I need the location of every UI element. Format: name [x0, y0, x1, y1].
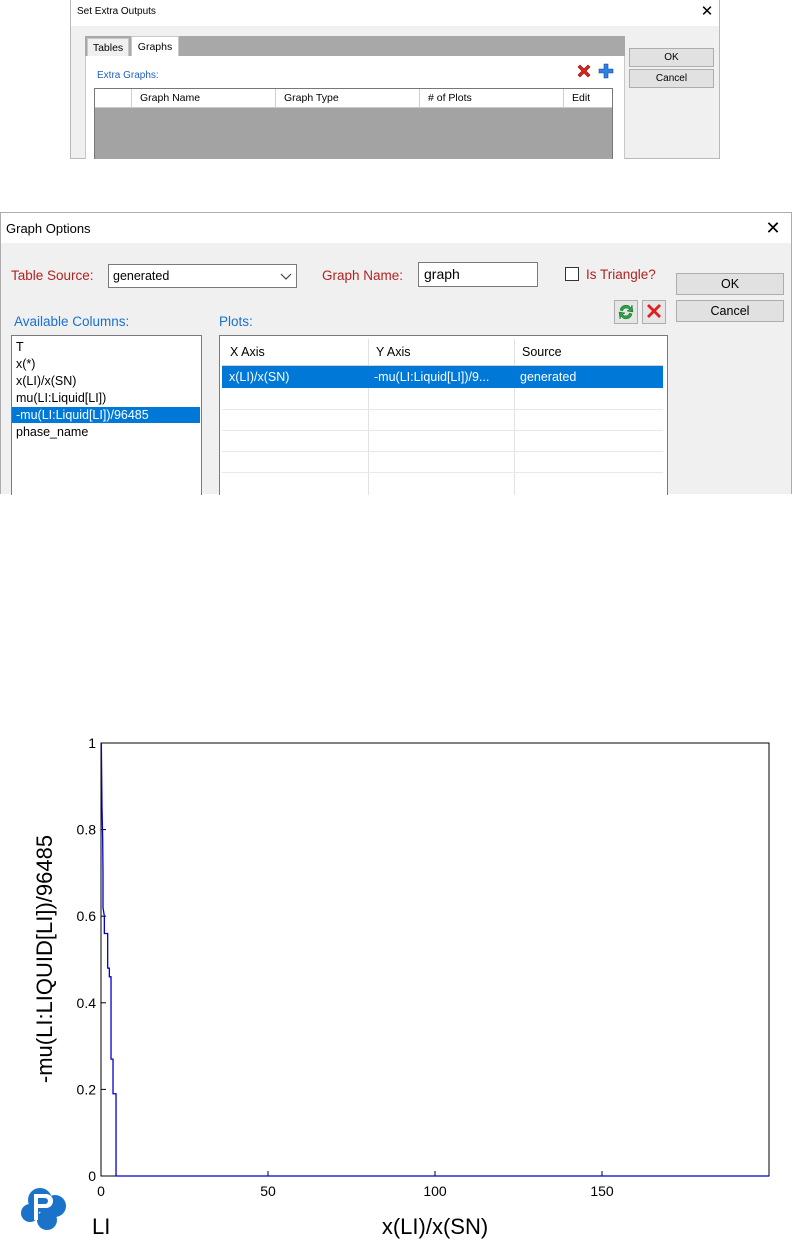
plots-label: Plots: [219, 314, 253, 329]
y-tick-label: 0.8 [77, 822, 97, 838]
list-item[interactable]: T [14, 339, 200, 355]
tab-graphs[interactable]: Graphs [131, 36, 179, 57]
extra-graphs-label: Extra Graphs: [97, 70, 159, 81]
x-tick-label: 50 [260, 1183, 276, 1199]
axes [100, 742, 770, 1177]
table-source-value: generated [113, 269, 170, 283]
remove-plot-icon[interactable] [642, 300, 666, 324]
ok-button[interactable]: OK [629, 48, 714, 67]
graph-name-input[interactable]: graph [418, 262, 538, 287]
cancel-button[interactable]: Cancel [676, 300, 784, 322]
col-graph-type[interactable]: Graph Type [275, 89, 419, 107]
list-item-selected[interactable]: -mu(LI:Liquid[LI])/96485 [12, 407, 200, 423]
chevron-down-icon[interactable] [279, 269, 293, 283]
title-bar [71, 0, 719, 26]
x-axis-label: x(LI)/x(SN) [382, 1214, 488, 1239]
add-icon[interactable] [597, 62, 615, 80]
col-graph-name[interactable]: Graph Name [131, 89, 275, 107]
refresh-icon[interactable] [614, 300, 638, 324]
delete-icon[interactable] [575, 62, 593, 80]
result-chart: LI x(LI)/x(SN) -mu(LI:LIQUID[LI])/96485 … [0, 720, 792, 1249]
is-triangle-checkbox[interactable] [565, 267, 579, 281]
close-icon[interactable]: ✕ [761, 217, 785, 239]
y-axis-label: -mu(LI:LIQUID[LI])/96485 [32, 835, 57, 1083]
dialog-title: Set Extra Outputs [77, 6, 156, 17]
set-extra-outputs-dialog: Set Extra Outputs ✕ Tables Graphs Extra … [70, 0, 720, 159]
graph-options-dialog: Graph Options ✕ Table Source: generated … [0, 212, 792, 495]
col-edit[interactable]: Edit [563, 89, 612, 107]
col-num-plots[interactable]: # of Plots [419, 89, 563, 107]
row-divider [222, 472, 663, 473]
y-tick-label: 0 [88, 1168, 96, 1184]
list-item[interactable]: mu(LI:Liquid[LI]) [14, 390, 200, 406]
chart-svg: LI x(LI)/x(SN) -mu(LI:LIQUID[LI])/96485 … [21, 735, 770, 1239]
y-tick-label: 0.4 [77, 995, 97, 1011]
row-divider [222, 430, 663, 431]
col-x-axis[interactable]: X Axis [222, 339, 368, 365]
pandat-logo [21, 1188, 66, 1230]
plot-x-cell[interactable]: x(LI)/x(SN) [223, 366, 368, 388]
ticks: 0 0.2 0.4 0.6 0.8 1 0 50 100 150 [77, 735, 614, 1199]
table-source-label: Table Source: [11, 268, 94, 283]
x-tick-label: 150 [590, 1183, 614, 1199]
close-icon[interactable]: ✕ [697, 2, 717, 22]
corner-label: LI [92, 1214, 110, 1239]
graph-name-label: Graph Name: [322, 268, 404, 283]
ok-button[interactable]: OK [676, 273, 784, 295]
list-item[interactable]: phase_name [14, 424, 200, 440]
col-source[interactable]: Source [514, 339, 662, 365]
y-tick-label: 0.6 [77, 908, 97, 924]
x-tick-label: 0 [97, 1183, 105, 1199]
row-divider [222, 451, 663, 452]
plot-frame [100, 742, 770, 1177]
row-selector-header [95, 89, 131, 107]
row-divider [222, 409, 663, 410]
plot-source-cell[interactable]: generated [514, 366, 662, 388]
y-tick-label: 1 [88, 735, 96, 751]
title-bar [1, 213, 791, 243]
series-line [100, 742, 769, 1177]
col-y-axis[interactable]: Y Axis [368, 339, 514, 365]
tab-tables[interactable]: Tables [87, 38, 129, 57]
is-triangle-label: Is Triangle? [586, 267, 656, 282]
available-columns-label: Available Columns: [14, 314, 130, 329]
dialog-title: Graph Options [6, 221, 91, 236]
plot-y-cell[interactable]: -mu(LI:Liquid[LI])/9... [368, 366, 514, 388]
x-tick-label: 100 [423, 1183, 447, 1199]
cancel-button[interactable]: Cancel [629, 69, 714, 88]
list-item[interactable]: x(LI)/x(SN) [14, 373, 200, 389]
list-item[interactable]: x(*) [14, 356, 200, 372]
y-tick-label: 0.2 [77, 1081, 97, 1097]
